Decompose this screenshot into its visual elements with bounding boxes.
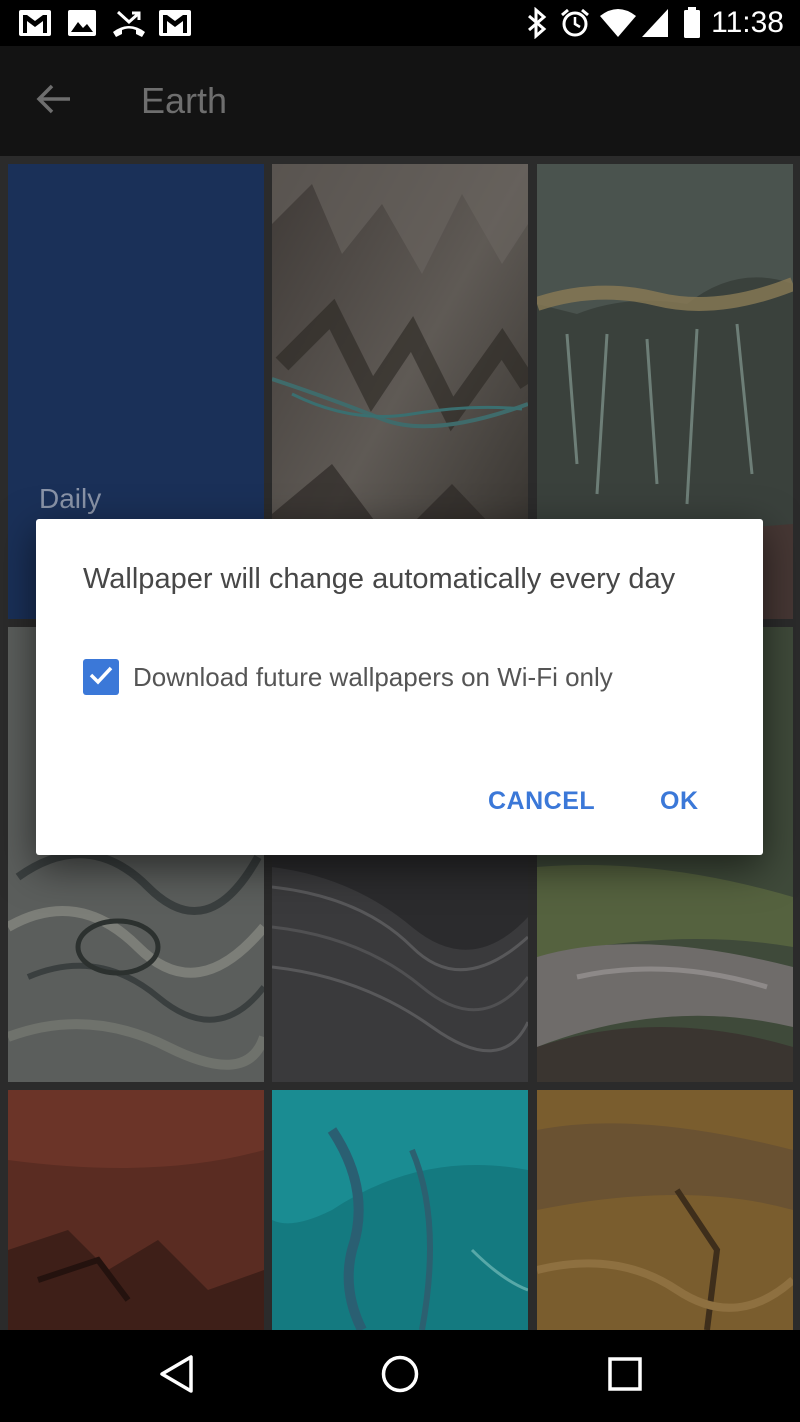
- app-toolbar: Earth: [0, 46, 800, 156]
- wifi-only-option[interactable]: Download future wallpapers on Wi-Fi only: [83, 658, 613, 696]
- wifi-icon: [598, 6, 638, 40]
- ok-button[interactable]: OK: [660, 781, 699, 821]
- wallpaper-tile[interactable]: [537, 1090, 793, 1330]
- missed-call-icon: [112, 6, 146, 40]
- wallpaper-tile[interactable]: [272, 1090, 528, 1330]
- alarm-icon: [558, 6, 592, 40]
- nav-home-button[interactable]: [370, 1348, 430, 1404]
- recents-square-icon: [607, 1356, 643, 1397]
- back-button[interactable]: [20, 72, 88, 130]
- gmail-icon: [16, 6, 54, 40]
- nav-back-button[interactable]: [146, 1348, 206, 1404]
- dialog-message: Wallpaper will change automatically ever…: [83, 563, 676, 595]
- gmail-icon: [156, 6, 194, 40]
- back-triangle-icon: [157, 1354, 195, 1399]
- checkmark-icon: [88, 664, 114, 691]
- daily-wallpaper-dialog: Wallpaper will change automatically ever…: [36, 519, 763, 855]
- status-time: 11:38: [711, 6, 784, 39]
- page-title: Earth: [141, 80, 228, 121]
- image-icon: [66, 6, 98, 40]
- battery-icon: [680, 6, 704, 40]
- daily-tile-label: Daily: [39, 483, 102, 514]
- arrow-back-icon: [36, 83, 72, 120]
- wifi-only-label: Download future wallpapers on Wi-Fi only: [133, 662, 613, 692]
- nav-recents-button[interactable]: [595, 1348, 655, 1404]
- status-bar: 11:38: [0, 0, 800, 46]
- home-circle-icon: [380, 1354, 420, 1399]
- cancel-button[interactable]: CANCEL: [488, 781, 595, 821]
- navigation-bar: [0, 1330, 800, 1422]
- wifi-only-checkbox[interactable]: [83, 659, 119, 695]
- signal-icon: [640, 6, 670, 40]
- bluetooth-icon: [524, 6, 550, 40]
- wallpaper-tile[interactable]: [8, 1090, 264, 1330]
